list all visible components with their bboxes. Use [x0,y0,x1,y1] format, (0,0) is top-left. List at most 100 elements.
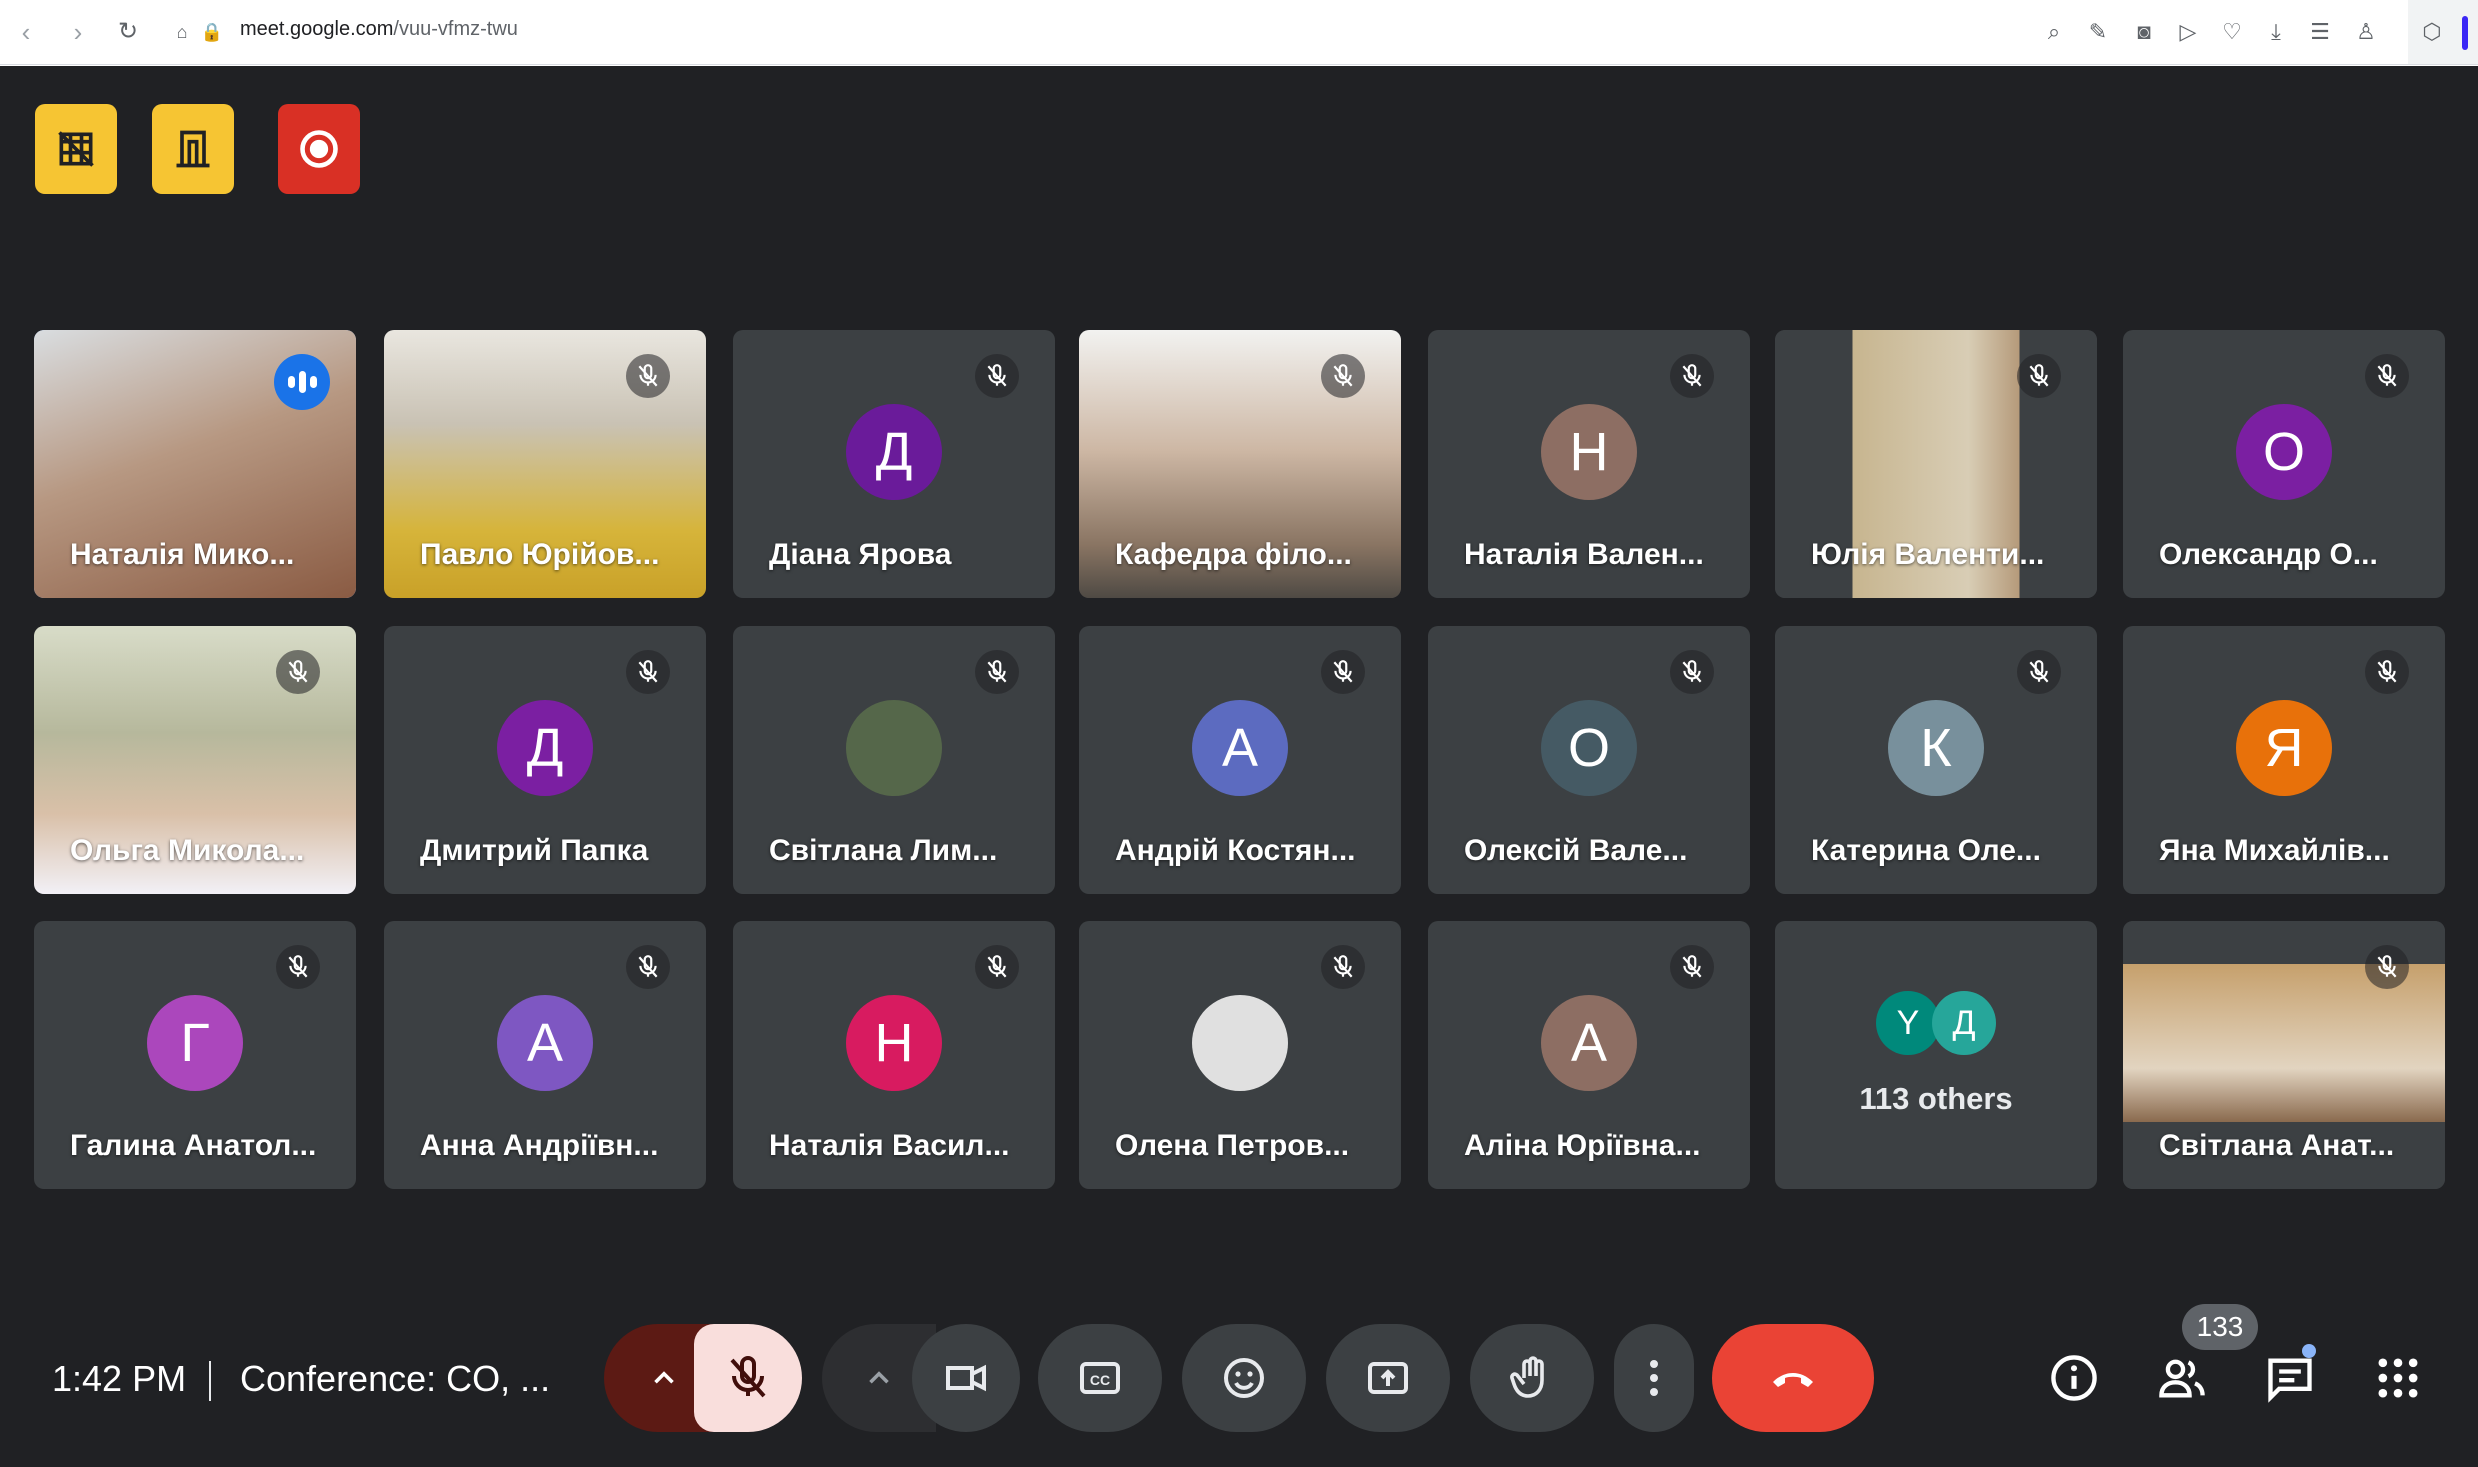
browser-toolbar: ‹ › ↻ ⌂ 🔒 meet.google.com/vuu-vfmz-twu ⌕… [0,0,2478,65]
avatar: Н [846,995,942,1091]
participant-tile[interactable]: Кафедра філо... [1079,330,1401,598]
avatar [846,700,942,796]
mic-off-icon [288,660,308,683]
mic-off-icon [2377,364,2397,387]
participant-name: Кафедра філо... [1115,538,1352,571]
activities-icon [2378,1358,2418,1398]
forward-icon[interactable]: › [62,16,94,48]
zoom-icon[interactable]: ⌕ [2040,18,2068,46]
chat-icon [2268,1358,2312,1403]
people-button[interactable] [2146,1342,2218,1414]
mic-toggle-button[interactable] [694,1324,802,1432]
meeting-stage: Наталія Мико... Павло Юрійов... Д Діана Яро… [0,66,2478,1467]
address-bar[interactable]: meet.google.com/vuu-vfmz-twu [240,18,518,41]
participant-name: Дмитрий Папка [420,834,649,867]
participant-tile[interactable]: Я Яна Михайлів... [2123,626,2445,894]
back-icon[interactable]: ‹ [10,16,42,48]
participant-name: Світлана Лим... [769,834,998,867]
raise-hand-icon [1510,1356,1544,1398]
meeting-title: Conference: CO, ... [240,1358,551,1399]
heart-icon[interactable]: ♡ [2218,18,2246,46]
muted-indicator [1670,945,1714,989]
participant-name: Олена Петров... [1115,1129,1350,1162]
participant-name: Яна Михайлів... [2159,834,2390,867]
info-icon [2051,1355,2097,1401]
lock-icon[interactable]: 🔒 [196,16,228,48]
participant-name: Юлія Валенти... [1811,538,2045,571]
cube-icon[interactable]: ⬡ [2418,18,2446,46]
profile-icon[interactable]: ♙ [2352,18,2380,46]
people-icon [2159,1359,2205,1398]
participant-tile[interactable]: Павло Юрійов... [384,330,706,598]
participant-tile[interactable]: Д Діана Ярова [733,330,1055,598]
participant-tile[interactable]: Олена Петров... [1079,921,1401,1189]
camera-toggle-button[interactable] [912,1324,1020,1432]
reload-icon[interactable]: ↻ [112,16,144,48]
meeting-details-button[interactable] [2038,1342,2110,1414]
speaking-indicator-icon [274,354,330,410]
muted-indicator [2365,354,2409,398]
participant-name: Олексій Вале... [1464,834,1688,867]
participant-tile[interactable]: О Олексій Вале... [1428,626,1750,894]
mic-off-icon [2377,660,2397,683]
mic-off-icon [638,955,658,978]
download-icon[interactable]: ⤓ [2262,18,2290,46]
record-button[interactable] [278,104,360,194]
participant-tile[interactable]: Г Галина Анатол... [34,921,356,1189]
participant-tile[interactable]: К Катерина Оле... [1775,626,2097,894]
participant-tile[interactable]: Н Наталія Васил... [733,921,1055,1189]
others-count-label: 113 others [1859,1081,2013,1116]
participant-name: Галина Анатол... [70,1129,317,1162]
muted-indicator [2017,354,2061,398]
reactions-button[interactable] [1182,1324,1306,1432]
participant-name: Аліна Юріївна... [1464,1129,1701,1162]
participant-tile[interactable]: А Андрій Костян... [1079,626,1401,894]
participant-tile[interactable]: Наталія Мико... [34,330,356,598]
participant-tile[interactable]: А Аліна Юріївна... [1428,921,1750,1189]
grid-off-button[interactable] [35,104,117,194]
more-options-button[interactable] [1614,1324,1694,1432]
mic-off-icon [730,1356,766,1398]
leave-call-button[interactable] [1712,1324,1874,1432]
camera-icon [946,1364,986,1392]
others-tile[interactable]: Y Д 113 others [1775,921,2097,1189]
raise-hand-button[interactable] [1470,1324,1594,1432]
participant-tile[interactable]: Н Наталія Вален... [1428,330,1750,598]
door-icon [176,130,210,168]
record-icon [300,130,338,168]
captions-button[interactable]: CC [1038,1324,1162,1432]
muted-indicator [276,945,320,989]
muted-indicator [1321,650,1365,694]
door-button[interactable] [152,104,234,194]
site-info-icon[interactable]: ⌂ [166,16,198,48]
mic-off-icon [638,660,658,683]
participant-name: Наталія Мико... [70,538,295,571]
participant-tile[interactable]: Д Дмитрий Папка [384,626,706,894]
participant-tile[interactable]: Юлія Валенти... [1775,330,2097,598]
edit-icon[interactable]: ✎ [2084,18,2112,46]
chevron-up-icon [869,1371,889,1384]
url-path: /vuu-vfmz-twu [393,18,518,40]
svg-text:CC: CC [1090,1372,1110,1388]
avatar: Д [497,700,593,796]
participant-tile[interactable]: Світлана Лим... [733,626,1055,894]
participant-tile[interactable]: О Олександр О... [2123,330,2445,598]
present-button[interactable] [1326,1324,1450,1432]
participant-tile[interactable]: Ольга Микола... [34,626,356,894]
muted-indicator [626,945,670,989]
avatar: А [1541,995,1637,1091]
mic-off-icon [638,364,658,387]
menu-icon[interactable]: ☰ [2306,18,2334,46]
muted-indicator [1670,354,1714,398]
meeting-clock: 1:42 PM [52,1358,187,1399]
activities-button[interactable] [2362,1342,2434,1414]
sidebar-handle[interactable] [2462,16,2468,50]
participant-tile[interactable]: Світлана Анат... [2123,921,2445,1189]
mic-off-icon [288,955,308,978]
send-icon[interactable]: ▷ [2174,18,2202,46]
participant-tile[interactable]: А Анна Андріївн... [384,921,706,1189]
mic-off-icon [987,364,1007,387]
camera-snapshot-icon[interactable]: ◙ [2130,18,2158,46]
chat-button[interactable] [2254,1342,2326,1414]
muted-indicator [2017,650,2061,694]
